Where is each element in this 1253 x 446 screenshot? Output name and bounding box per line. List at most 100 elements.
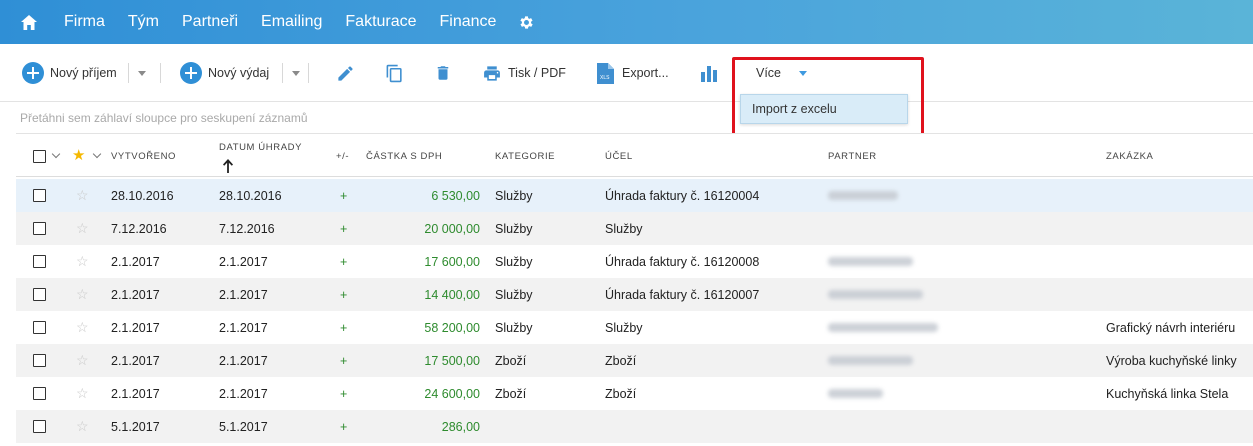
table-row[interactable]: ☆ 5.1.2017 5.1.2017 +286,00: [16, 410, 1253, 443]
cell-created: 2.1.2017: [111, 254, 160, 269]
star-icon[interactable]: ☆: [76, 212, 89, 245]
row-checkbox[interactable]: [33, 354, 46, 367]
cell-sign: +: [340, 419, 348, 434]
cell-category: Zboží: [495, 353, 527, 368]
toolbar-divider: [282, 63, 283, 83]
cell-sign: +: [340, 386, 348, 401]
cell-amount: 14 400,00: [424, 287, 480, 302]
row-checkbox[interactable]: [33, 222, 46, 235]
toolbar: Nový příjem Nový výdaj Tisk / PDF XLS Ex…: [0, 44, 1253, 102]
star-icon[interactable]: ☆: [76, 410, 89, 443]
row-checkbox-cell: [33, 410, 46, 443]
star-icon[interactable]: ☆: [76, 179, 89, 212]
copy-button[interactable]: [385, 44, 404, 102]
column-paid-date[interactable]: DATUM ÚHRADY: [219, 142, 302, 153]
top-navigation: Firma Tým Partneři Emailing Fakturace Fi…: [0, 0, 1253, 44]
star-icon[interactable]: ☆: [76, 344, 89, 377]
cell-paid-date: 5.1.2017: [219, 419, 268, 434]
row-checkbox[interactable]: [33, 420, 46, 433]
new-expense-dropdown[interactable]: [292, 44, 300, 102]
column-partner[interactable]: PARTNER: [828, 151, 877, 162]
print-button[interactable]: Tisk / PDF: [482, 44, 566, 102]
cell-category: Služby: [495, 221, 533, 236]
table-row[interactable]: ☆ 2.1.2017 2.1.2017 +58 200,00 Služby Služby G…: [16, 311, 1253, 344]
import-excel-item[interactable]: Import z excelu: [752, 102, 837, 116]
nav-emailing[interactable]: Emailing: [261, 13, 322, 31]
row-checkbox[interactable]: [33, 288, 46, 301]
star-icon[interactable]: ☆: [76, 278, 89, 311]
cell-paid-date: 2.1.2017: [219, 353, 268, 368]
cell-category: Služby: [495, 188, 533, 203]
nav-tym[interactable]: Tým: [128, 13, 159, 31]
table-row[interactable]: ☆ 2.1.2017 2.1.2017 +24 600,00 Zboží Zboží Kuc…: [16, 377, 1253, 410]
row-checkbox[interactable]: [33, 255, 46, 268]
nav-partneri[interactable]: Partneři: [182, 13, 238, 31]
copy-icon: [386, 64, 402, 82]
cell-order: Grafický návrh interiéru: [1106, 320, 1236, 335]
cell-created: 7.12.2016: [111, 221, 167, 236]
table-row[interactable]: ☆ 2.1.2017 2.1.2017 +17 500,00 Zboží Zboží Výr…: [16, 344, 1253, 377]
printer-icon: [484, 65, 500, 81]
cell-created: 2.1.2017: [111, 320, 160, 335]
plus-icon: [180, 62, 202, 84]
trash-icon: [437, 66, 449, 80]
table-row[interactable]: ☆ 2.1.2017 2.1.2017 +17 600,00 Služby Úhrada …: [16, 245, 1253, 278]
cell-sign: +: [340, 254, 348, 269]
cell-category: Služby: [495, 254, 533, 269]
row-checkbox-cell: [33, 212, 46, 245]
nav-firma[interactable]: Firma: [64, 13, 105, 31]
gear-icon[interactable]: [518, 14, 535, 31]
edit-button[interactable]: [336, 44, 355, 102]
excel-file-icon: XLS: [597, 62, 614, 84]
chevron-down-icon[interactable]: [92, 149, 102, 159]
cell-amount: 20 000,00: [424, 221, 480, 236]
chevron-down-icon[interactable]: [51, 149, 61, 159]
star-icon[interactable]: ☆: [76, 245, 89, 278]
table-row[interactable]: ☆ 28.10.2016 28.10.2016 +6 530,00 Služby Úhra…: [16, 179, 1253, 212]
delete-button[interactable]: [434, 44, 452, 102]
svg-text:XLS: XLS: [600, 75, 610, 81]
select-all-checkbox[interactable]: [33, 150, 46, 163]
cell-partner-redacted: [828, 377, 883, 410]
cell-sign: +: [340, 287, 348, 302]
new-income-button[interactable]: Nový příjem: [22, 44, 117, 102]
column-sign[interactable]: +/-: [336, 151, 349, 162]
cell-category: Služby: [495, 320, 533, 335]
cell-amount: 24 600,00: [424, 386, 480, 401]
column-amount[interactable]: ČÁSTKA S DPH: [366, 151, 442, 162]
row-checkbox[interactable]: [33, 189, 46, 202]
star-filled-icon[interactable]: ★: [72, 146, 85, 164]
cell-created: 5.1.2017: [111, 419, 160, 434]
nav-finance[interactable]: Finance: [440, 13, 497, 31]
toolbar-divider: [160, 63, 161, 83]
cell-amount: 286,00: [441, 419, 480, 434]
cell-paid-date: 2.1.2017: [219, 320, 268, 335]
new-income-dropdown[interactable]: [138, 44, 146, 102]
new-expense-label: Nový výdaj: [208, 66, 270, 80]
column-order[interactable]: ZAKÁZKA: [1106, 151, 1154, 162]
table-header: ★ VYTVOŘENO DATUM ÚHRADY +/- ČÁSTKA S DP…: [16, 134, 1253, 177]
row-checkbox[interactable]: [33, 387, 46, 400]
chart-button[interactable]: [700, 44, 718, 102]
chevron-down-icon: [138, 70, 146, 76]
home-icon[interactable]: [14, 7, 44, 37]
print-label: Tisk / PDF: [508, 66, 566, 80]
star-icon[interactable]: ☆: [76, 311, 89, 344]
row-checkbox[interactable]: [33, 321, 46, 334]
cell-category: Služby: [495, 287, 533, 302]
column-purpose[interactable]: ÚČEL: [605, 151, 633, 162]
cell-amount: 58 200,00: [424, 320, 480, 335]
table-row[interactable]: ☆ 2.1.2017 2.1.2017 +14 400,00 Služby Úhrada …: [16, 278, 1253, 311]
table-row[interactable]: ☆ 7.12.2016 7.12.2016 +20 000,00 Služby Služb…: [16, 212, 1253, 245]
column-created[interactable]: VYTVOŘENO: [111, 151, 176, 162]
export-button[interactable]: XLS Export...: [597, 44, 669, 102]
star-icon[interactable]: ☆: [76, 377, 89, 410]
new-expense-button[interactable]: Nový výdaj: [180, 44, 269, 102]
column-category[interactable]: KATEGORIE: [495, 151, 555, 162]
cell-order: Kuchyňská linka Stela: [1106, 386, 1229, 401]
nav-fakturace[interactable]: Fakturace: [345, 13, 416, 31]
group-by-drop-zone[interactable]: Přetáhni sem záhlaví sloupce pro seskupe…: [20, 111, 308, 125]
cell-created: 2.1.2017: [111, 287, 160, 302]
pencil-icon: [338, 65, 353, 81]
cell-partner-redacted: [828, 179, 898, 212]
